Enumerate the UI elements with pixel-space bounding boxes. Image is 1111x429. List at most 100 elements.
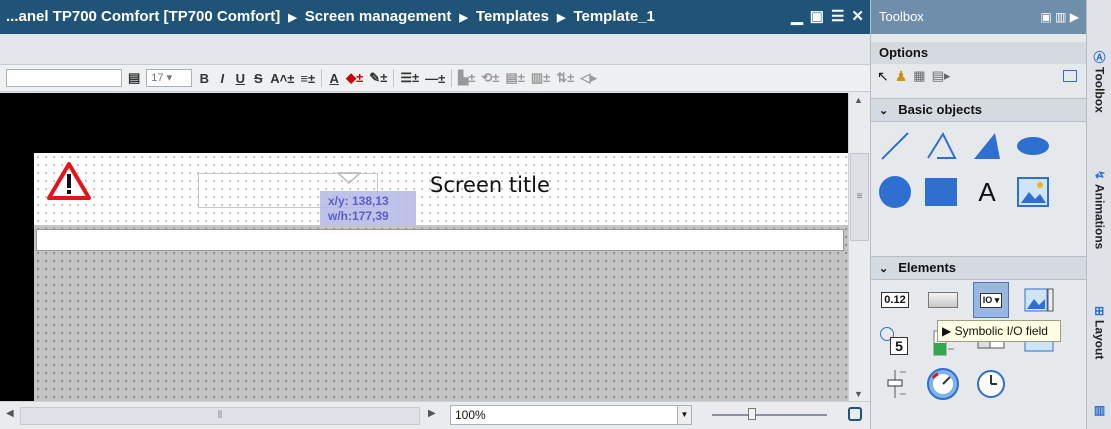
chevron-down-icon: ⌄ xyxy=(879,263,889,275)
toolbox-tab-icon: Ⓐ xyxy=(1092,51,1106,64)
zoom-slider[interactable] xyxy=(712,408,827,420)
line-style-icon[interactable]: —± xyxy=(425,71,445,86)
warning-icon[interactable] xyxy=(46,161,92,201)
ellipse-tool[interactable] xyxy=(1015,128,1051,164)
slider-icon xyxy=(887,370,906,398)
animations-tab-icon: ↯ xyxy=(1092,170,1107,181)
slider-tool[interactable] xyxy=(877,366,913,402)
pointer-icon[interactable]: ↖ xyxy=(877,68,889,85)
elements-grid: 0.12 IO ▾ 5 xyxy=(877,282,1063,402)
tab-libraries[interactable]: ▥ xyxy=(1089,395,1110,425)
font-name-field[interactable] xyxy=(6,69,122,87)
symbolic-io-field-tool[interactable]: IO ▾ xyxy=(973,282,1009,318)
align-text-icon[interactable]: ≡± xyxy=(300,71,315,86)
breadcrumb-device[interactable]: ...anel TP700 Comfort [TP700 Comfort] xyxy=(6,8,280,25)
breadcrumb-template-1[interactable]: Template_1 xyxy=(573,8,654,25)
text-size-button[interactable]: A˄± xyxy=(270,71,294,86)
polyline-tool[interactable] xyxy=(923,128,959,164)
same-size-icon[interactable]: ▥± xyxy=(531,70,550,86)
underline-button[interactable]: U xyxy=(234,71,246,86)
title-bar-object[interactable] xyxy=(36,229,844,251)
coords-wh: w/h:177,39 xyxy=(328,209,389,223)
symbolic-io-field-tooltip: ▶ Symbolic I/O field xyxy=(937,320,1061,342)
zoom-fit-icon[interactable] xyxy=(848,407,862,421)
polygon-icon xyxy=(974,133,1000,159)
graphic-io-field-icon xyxy=(1024,288,1054,312)
polyline-icon xyxy=(927,131,957,159)
breadcrumb-separator: ▶ xyxy=(556,12,566,24)
button-tool[interactable] xyxy=(925,282,961,318)
graphic-view-tool[interactable] xyxy=(1015,174,1051,210)
hmi-screen[interactable]: x/y: 138,13 w/h:177,39 Screen title xyxy=(34,153,848,401)
italic-button[interactable]: I xyxy=(216,71,228,86)
font-color-button[interactable]: A xyxy=(328,71,340,86)
panel-controls-icon[interactable]: ▣ ▥ ▶ xyxy=(1040,0,1079,34)
rotate-icon[interactable]: ⟲± xyxy=(481,70,499,86)
tab-layout[interactable]: ⊞ Layout xyxy=(1089,290,1110,376)
breadcrumb-separator: ▶ xyxy=(459,12,468,24)
section-elements[interactable]: ⌄ Elements xyxy=(871,256,1087,280)
line-color-icon[interactable]: ✎± xyxy=(369,70,387,86)
tab-toolbox[interactable]: Ⓐ Toolbox xyxy=(1089,40,1110,124)
scroll-left-icon[interactable]: ◀ xyxy=(6,408,14,419)
vertical-scrollbar[interactable]: ▲ ≡ ▼ xyxy=(848,93,870,401)
graphic-io-field-tool[interactable] xyxy=(1021,282,1057,318)
view-mode-icon[interactable] xyxy=(1063,70,1077,82)
scroll-thumb[interactable]: ≡ xyxy=(850,153,869,241)
strikethrough-button[interactable]: S xyxy=(252,71,264,86)
clock-tool[interactable] xyxy=(973,366,1009,402)
editor-titlebar: ...anel TP700 Comfort [TP700 Comfort] ▶ Sc… xyxy=(0,0,870,34)
order-icon[interactable]: ⇅± xyxy=(556,70,574,86)
rectangle-tool[interactable] xyxy=(923,174,959,210)
tab-animations[interactable]: ↯ Animations xyxy=(1089,150,1110,270)
font-size-field[interactable]: 17 ▾ xyxy=(146,69,193,87)
maximize-button[interactable]: ☰ xyxy=(831,0,844,34)
zoom-select[interactable]: 100% ▼ xyxy=(450,405,692,425)
screen-title-text[interactable]: Screen title xyxy=(430,173,550,197)
align-objects-icon[interactable]: ▙± xyxy=(458,70,475,86)
zoom-slider-knob[interactable] xyxy=(748,408,756,420)
library-icon[interactable]: ▦ xyxy=(913,68,925,84)
breadcrumb-templates[interactable]: Templates xyxy=(476,8,549,25)
line-tool[interactable] xyxy=(877,128,913,164)
font-picker-icon[interactable]: ▤ xyxy=(128,70,140,86)
chevron-down-icon[interactable]: ▼ xyxy=(677,406,691,424)
editor-statusbar: ◀ ⦀ ▶ 100% ▼ xyxy=(0,401,870,429)
scroll-right-icon[interactable]: ▶ xyxy=(428,408,436,419)
line-icon xyxy=(881,132,909,160)
horizontal-scrollbar[interactable]: ⦀ xyxy=(20,407,420,425)
user-icon[interactable]: ♟ xyxy=(895,68,908,85)
io-field-icon: 0.12 xyxy=(881,292,909,308)
line-width-icon[interactable]: ☰± xyxy=(400,70,419,86)
tab-label: Toolbox xyxy=(1092,67,1107,113)
scroll-down-icon[interactable]: ▼ xyxy=(854,389,863,399)
float-button[interactable]: ▣ xyxy=(810,0,824,34)
breadcrumb-screen-management[interactable]: Screen management xyxy=(305,8,452,25)
basic-objects-grid: A xyxy=(877,128,1051,210)
io-field-tool[interactable]: 0.12 xyxy=(877,282,913,318)
dropdown-triangle-icon xyxy=(337,172,361,184)
distribute-icon[interactable]: ▤± xyxy=(505,70,524,86)
datetime-field-tool[interactable]: 5 xyxy=(877,324,913,360)
editor-subbar xyxy=(0,34,870,64)
zoom-value: 100% xyxy=(455,408,486,422)
text-field-tool[interactable]: A xyxy=(969,174,1005,210)
section-basic-objects[interactable]: ⌄ Basic objects xyxy=(871,98,1087,122)
circle-tool[interactable] xyxy=(877,174,913,210)
scroll-up-icon[interactable]: ▲ xyxy=(854,95,863,105)
bold-button[interactable]: B xyxy=(198,71,210,86)
more-tools-icon[interactable]: ◁▸ xyxy=(580,70,597,86)
polygon-tool[interactable] xyxy=(969,128,1005,164)
gauge-tool[interactable] xyxy=(925,366,961,402)
circle-icon xyxy=(879,176,911,208)
close-button[interactable]: ✕ xyxy=(851,0,864,34)
screen-canvas[interactable]: x/y: 138,13 w/h:177,39 Screen title xyxy=(0,93,848,401)
fill-color-icon[interactable]: ◆± xyxy=(346,70,363,86)
toolbar-divider xyxy=(393,69,395,87)
options-tools: ↖ ♟ ▦ ▤▸ xyxy=(877,66,1087,86)
layout-tab-icon: ⊞ xyxy=(1092,306,1107,317)
screen-editor: ...anel TP700 Comfort [TP700 Comfort] ▶ Sc… xyxy=(0,0,870,429)
symbolic-io-field-icon: IO ▾ xyxy=(979,292,1003,308)
view-icon[interactable]: ▤▸ xyxy=(932,68,951,84)
minimize-button[interactable]: ▁ xyxy=(791,0,803,34)
